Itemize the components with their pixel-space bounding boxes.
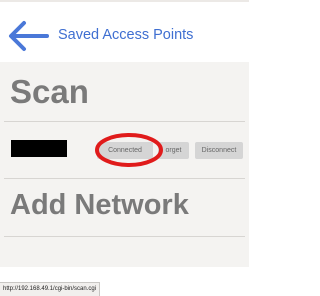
network-ssid-redacted — [11, 140, 67, 157]
divider — [4, 236, 245, 237]
scan-heading: Scan — [10, 73, 89, 110]
disconnect-button[interactable]: Disconnect — [195, 142, 243, 159]
divider — [4, 121, 245, 122]
status-bar-url: http://192.168.49.1/cgi-bin/scan.cgi — [0, 282, 101, 296]
divider — [4, 178, 245, 179]
add-network-heading[interactable]: Add Network — [10, 189, 189, 222]
back-link[interactable]: Saved Access Points — [58, 27, 193, 43]
page-header: Saved Access Points — [0, 2, 249, 62]
forget-button[interactable]: orget — [158, 142, 189, 159]
main-content: Scan Connected orget Disconnect Add Netw… — [0, 62, 249, 267]
connected-button[interactable]: Connected — [97, 142, 153, 159]
arrow-left-icon[interactable] — [5, 19, 49, 53]
